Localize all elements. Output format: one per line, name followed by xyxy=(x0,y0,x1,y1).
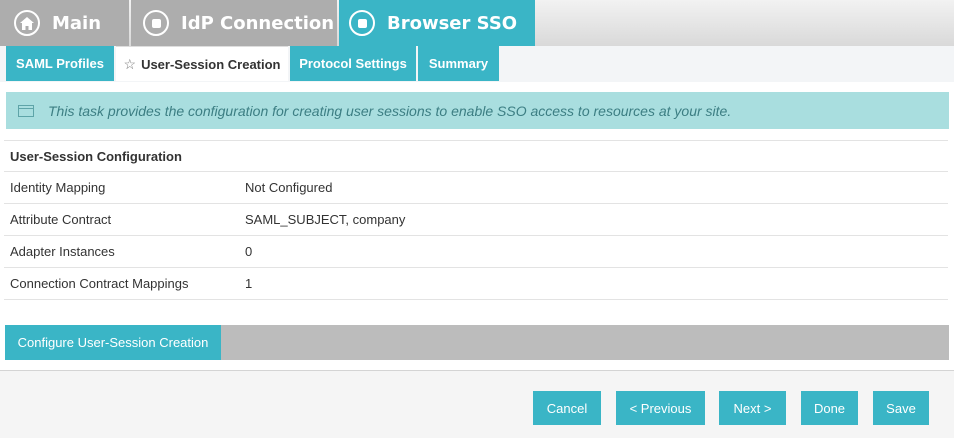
window-icon xyxy=(18,104,34,117)
table-row: Identity Mapping Not Configured xyxy=(4,171,948,204)
tab-browser-sso[interactable]: Browser SSO xyxy=(339,0,535,46)
config-table: User-Session Configuration Identity Mapp… xyxy=(4,140,948,300)
tab-saml-profiles-label: SAML Profiles xyxy=(16,56,104,71)
stop-icon xyxy=(349,10,375,36)
row-value: SAML_SUBJECT, company xyxy=(239,203,948,236)
row-label: Attribute Contract xyxy=(4,203,239,236)
home-icon xyxy=(14,10,40,36)
tab-saml-profiles[interactable]: SAML Profiles xyxy=(6,46,114,81)
save-button[interactable]: Save xyxy=(873,391,929,425)
tab-protocol-settings[interactable]: Protocol Settings xyxy=(290,46,416,81)
table-row: Connection Contract Mappings 1 xyxy=(4,267,948,300)
table-row: Adapter Instances 0 xyxy=(4,235,948,268)
tab-main[interactable]: Main xyxy=(0,0,129,46)
row-label: Identity Mapping xyxy=(4,171,239,204)
config-heading-row: User-Session Configuration xyxy=(4,140,948,172)
cancel-button[interactable]: Cancel xyxy=(533,391,601,425)
tab-summary-label: Summary xyxy=(428,56,489,71)
info-banner-text: This task provides the configuration for… xyxy=(48,102,732,119)
star-icon: ☆ xyxy=(123,55,137,72)
row-value: 0 xyxy=(239,235,948,268)
tab-summary[interactable]: Summary xyxy=(418,46,499,81)
tab-browser-sso-label: Browser SSO xyxy=(387,12,518,34)
tab-user-session-creation[interactable]: ☆ User-Session Creation xyxy=(116,46,288,81)
row-value: 1 xyxy=(239,267,948,300)
next-button[interactable]: Next > xyxy=(719,391,786,425)
row-label: Connection Contract Mappings xyxy=(4,267,239,300)
tab-idp-connection[interactable]: IdP Connection xyxy=(131,0,337,46)
configure-user-session-button[interactable]: Configure User-Session Creation xyxy=(5,325,221,360)
stop-icon xyxy=(143,10,169,36)
info-banner: This task provides the configuration for… xyxy=(6,92,949,129)
tab-user-session-creation-label: User-Session Creation xyxy=(141,56,281,72)
table-row: Attribute Contract SAML_SUBJECT, company xyxy=(4,203,948,236)
tab-idp-connection-label: IdP Connection xyxy=(181,12,335,34)
tab-main-label: Main xyxy=(52,12,102,34)
config-heading: User-Session Configuration xyxy=(4,140,948,172)
row-label: Adapter Instances xyxy=(4,235,239,268)
tab-protocol-settings-label: Protocol Settings xyxy=(299,56,407,71)
previous-button[interactable]: < Previous xyxy=(616,391,705,425)
done-button[interactable]: Done xyxy=(801,391,858,425)
row-value: Not Configured xyxy=(239,171,948,204)
